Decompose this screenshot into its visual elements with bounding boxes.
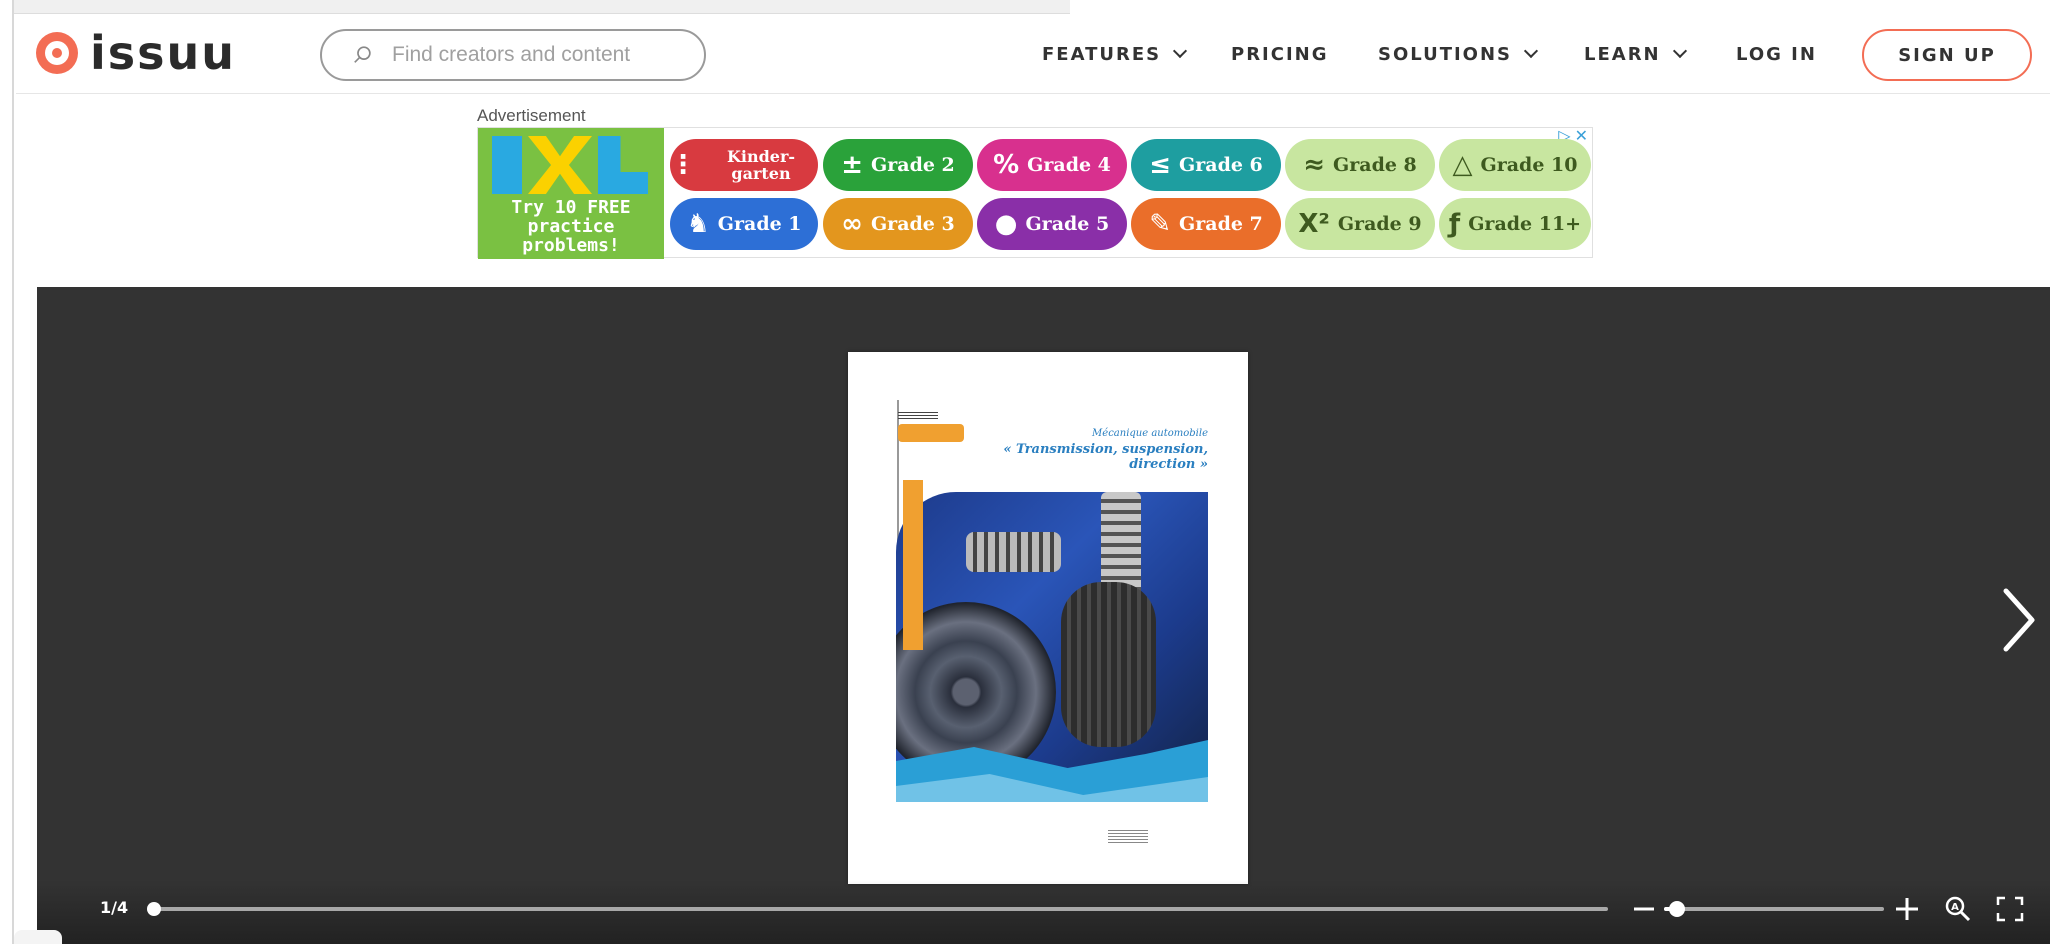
grade-pill-8[interactable]: ≈ Grade 8 [1285,139,1435,191]
cover-title-line2: direction » [1129,457,1208,472]
grade-label: Grade 10 [1480,154,1578,176]
less-equal-icon: ≤ [1149,150,1172,180]
nav-learn[interactable]: LEARN [1584,14,1687,94]
chevron-down-icon [1173,43,1188,59]
grade-pill-2[interactable]: ± Grade 2 [823,139,973,191]
grade-label: Kinder-garten [726,147,796,183]
search-input[interactable] [392,43,672,67]
zoom-out-icon[interactable] [1632,898,1656,920]
document-page-cover[interactable]: Mécanique automobile « Transmission, sus… [848,352,1248,884]
zoom-in-icon[interactable] [1894,896,1920,922]
grade-label: Grade 1 [717,213,802,235]
grade-pill-7[interactable]: ✎ Grade 7 [1131,198,1281,250]
nav-learn-label: LEARN [1584,43,1661,65]
progress-handle[interactable] [147,902,161,916]
svg-text:A: A [1951,902,1959,913]
apple-icon: ● [994,209,1018,239]
nav-login[interactable]: LOG IN [1736,14,1817,94]
cover-side-strip [903,480,923,650]
magnifier-icon[interactable]: A [1944,895,1972,923]
nav-solutions[interactable]: SOLUTIONS [1378,14,1539,94]
search-icon [354,46,371,63]
window-top-edge [0,0,1070,14]
nav-features[interactable]: FEATURES [1042,14,1188,94]
approx-icon: ≈ [1303,150,1326,180]
cover-publisher-text [898,412,938,420]
ixl-logo [492,136,650,194]
nav-pricing-label: PRICING [1231,43,1329,65]
grade-label: Grade 4 [1027,154,1111,176]
coil-spring-image [966,532,1061,572]
cover-subtitle: Mécanique automobile [1092,428,1208,439]
issuu-logo-icon [36,32,78,74]
grade-pill-4[interactable]: % Grade 4 [977,139,1127,191]
cover-footer-area [896,802,1208,884]
plus-minus-icon: ± [841,150,864,180]
nav-features-label: FEATURES [1042,43,1162,65]
grade-label: Grade 3 [870,213,955,235]
advertisement-banner[interactable]: Try 10 FREE practice problems! ▷ ✕ ⋮ Kin… [477,127,1593,259]
grade-label: Grade 9 [1337,213,1422,235]
viewer-controls-bar [37,880,2050,944]
cover-title-line1: « Transmission, suspension, [1003,442,1208,457]
grade-pill-11plus[interactable]: ƒ Grade 11+ [1439,198,1591,250]
cup-icon: ♞ [686,209,710,239]
grade-label: Grade 7 [1179,213,1263,235]
infinity-icon: ∞ [841,209,863,239]
grade-pill-5[interactable]: ● Grade 5 [977,198,1127,250]
dots-icon: ⋮ [670,150,696,180]
percent-icon: % [993,150,1020,180]
grade-pill-kindergarten[interactable]: ⋮ Kinder-garten [670,139,818,191]
signup-button[interactable]: SIGN UP [1862,29,2032,81]
signup-label: SIGN UP [1898,44,1996,66]
cover-footer-logo [1108,830,1148,844]
window-left-edge [0,0,14,944]
issuu-logo[interactable]: issuu [36,30,236,76]
advertisement-label: Advertisement [477,106,586,125]
grade-label: Grade 11+ [1468,213,1582,235]
nav-login-label: LOG IN [1736,43,1817,65]
function-icon: ƒ [1448,209,1461,239]
grade-pill-3[interactable]: ∞ Grade 3 [823,198,973,250]
logo-text: issuu [90,26,237,80]
cover-title: Mécanique automobile « Transmission, sus… [1003,428,1208,472]
grade-label: Grade 2 [871,154,955,176]
ixl-panel[interactable]: Try 10 FREE practice problems! [478,128,664,259]
grade-label: Grade 5 [1025,213,1110,235]
triangle-icon: △ [1452,150,1473,180]
page-indicator: 1/4 [100,898,129,917]
nav-solutions-label: SOLUTIONS [1378,43,1513,65]
nav-pricing[interactable]: PRICING [1231,14,1329,94]
fullscreen-icon[interactable] [1996,896,2024,922]
grade-pill-10[interactable]: △ Grade 10 [1439,139,1591,191]
search-box[interactable] [320,29,706,81]
grade-label: Grade 6 [1179,154,1263,176]
grade-pill-9[interactable]: X² Grade 9 [1285,198,1435,250]
chevron-down-icon [1523,43,1539,59]
x-squared-icon: X² [1298,209,1330,239]
zoom-slider[interactable] [1664,901,1884,917]
chevron-down-icon [1672,43,1687,59]
grade-pill-1[interactable]: ♞ Grade 1 [670,198,818,250]
page-progress-slider[interactable] [147,902,1608,916]
pencil-icon: ✎ [1149,209,1172,239]
ixl-tagline: Try 10 FREE practice problems! [511,197,631,256]
scroll-tab[interactable] [14,930,62,944]
grade-pill-6[interactable]: ≤ Grade 6 [1131,139,1281,191]
grade-label: Grade 8 [1333,154,1417,176]
cover-logo [898,424,964,442]
tire-image [1061,582,1156,747]
cover-image [896,492,1208,768]
site-header: issuu FEATURES PRICING SOLUTIONS LEARN L… [16,14,2050,94]
next-page-arrow-icon[interactable] [1998,585,2038,655]
